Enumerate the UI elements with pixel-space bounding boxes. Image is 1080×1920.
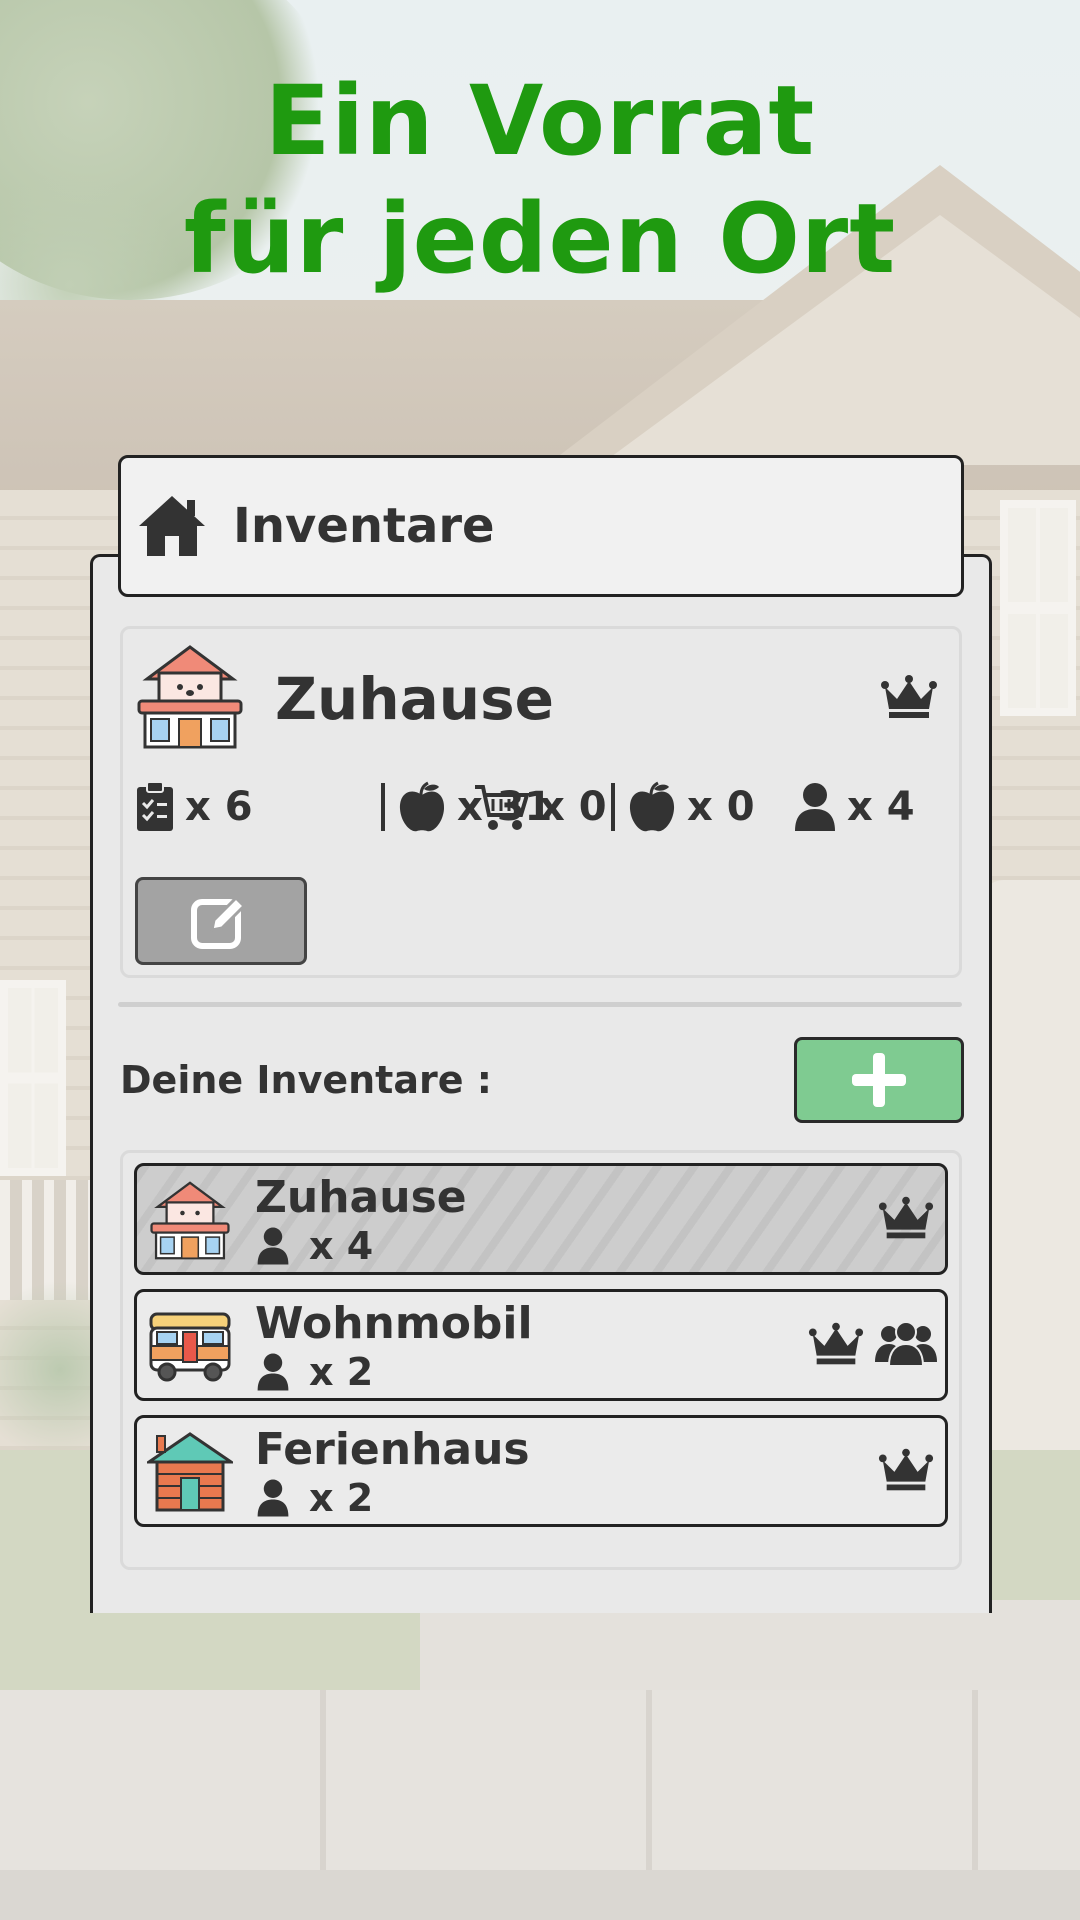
inventory-stats: x 6 x 31 x 0 x 0 x 4: [135, 777, 935, 837]
house-icon: [137, 645, 243, 749]
edit-inventory-button[interactable]: [135, 877, 307, 965]
user-icon: [257, 1227, 289, 1265]
section-divider: [118, 1002, 962, 1007]
inventory-name: Wohnmobil: [255, 1298, 533, 1349]
stat-lists-value: x 6: [185, 784, 253, 830]
user-icon: [257, 1479, 289, 1517]
cart-icon: [475, 785, 529, 830]
headline: Ein Vorrat für jeden Ort: [0, 62, 1080, 298]
apple-icon: [629, 781, 675, 832]
camper-icon: [149, 1312, 231, 1382]
crown-icon: [808, 1322, 864, 1365]
group-icon: [875, 1321, 937, 1367]
headline-line-2: für jeden Ort: [183, 183, 897, 295]
current-inventory-name: Zuhause: [275, 665, 554, 733]
inventory-row-zuhause[interactable]: Zuhause x 4: [134, 1163, 948, 1275]
apple-icon: [399, 781, 445, 832]
stat-cart: x 0: [473, 777, 607, 837]
headline-line-1: Ein Vorrat: [264, 65, 816, 177]
member-count-value: x 2: [309, 1476, 374, 1520]
user-icon: [795, 783, 835, 831]
crown-icon: [878, 1448, 934, 1491]
inventory-row-ferienhaus[interactable]: Ferienhaus x 2: [134, 1415, 948, 1527]
stat-cart-items-value: x 0: [687, 784, 755, 830]
member-count-value: x 4: [309, 1224, 374, 1268]
crown-icon: [878, 1196, 934, 1239]
edit-icon: [191, 895, 247, 949]
inventory-name: Zuhause: [255, 1172, 467, 1223]
inventory-row-wohnmobil[interactable]: Wohnmobil x 2: [134, 1289, 948, 1401]
inventory-name: Ferienhaus: [255, 1424, 530, 1475]
header-bar: Inventare: [118, 455, 964, 597]
user-icon: [257, 1353, 289, 1391]
add-inventory-button[interactable]: [794, 1037, 964, 1123]
member-count: x 2: [255, 1350, 373, 1394]
house-icon: [150, 1181, 230, 1260]
stat-members-value: x 4: [847, 784, 915, 830]
stat-cart-value: x 0: [539, 784, 607, 830]
page-title: Inventare: [233, 498, 495, 554]
stat-separator: [381, 783, 385, 831]
crown-icon: [881, 675, 937, 718]
current-inventory-card: Zuhause x 6 x 31 x 0 x 0 x 4: [120, 626, 962, 978]
stat-cart-items: x 0: [627, 777, 755, 837]
member-count-value: x 2: [309, 1350, 374, 1394]
plus-icon: [852, 1053, 906, 1107]
stat-members: x 4: [793, 777, 915, 837]
member-count: x 2: [255, 1476, 373, 1520]
inventories-label: Deine Inventare :: [120, 1058, 492, 1102]
member-count: x 4: [255, 1224, 373, 1268]
cabin-icon: [147, 1432, 233, 1512]
inventory-list: Zuhause x 4 Wohnmobil x 2 Ferienhaus x 2: [120, 1150, 962, 1570]
clipboard-icon: [137, 781, 173, 831]
home-icon: [139, 496, 205, 556]
stat-separator: [611, 783, 615, 831]
stat-lists: x 6: [135, 777, 253, 837]
